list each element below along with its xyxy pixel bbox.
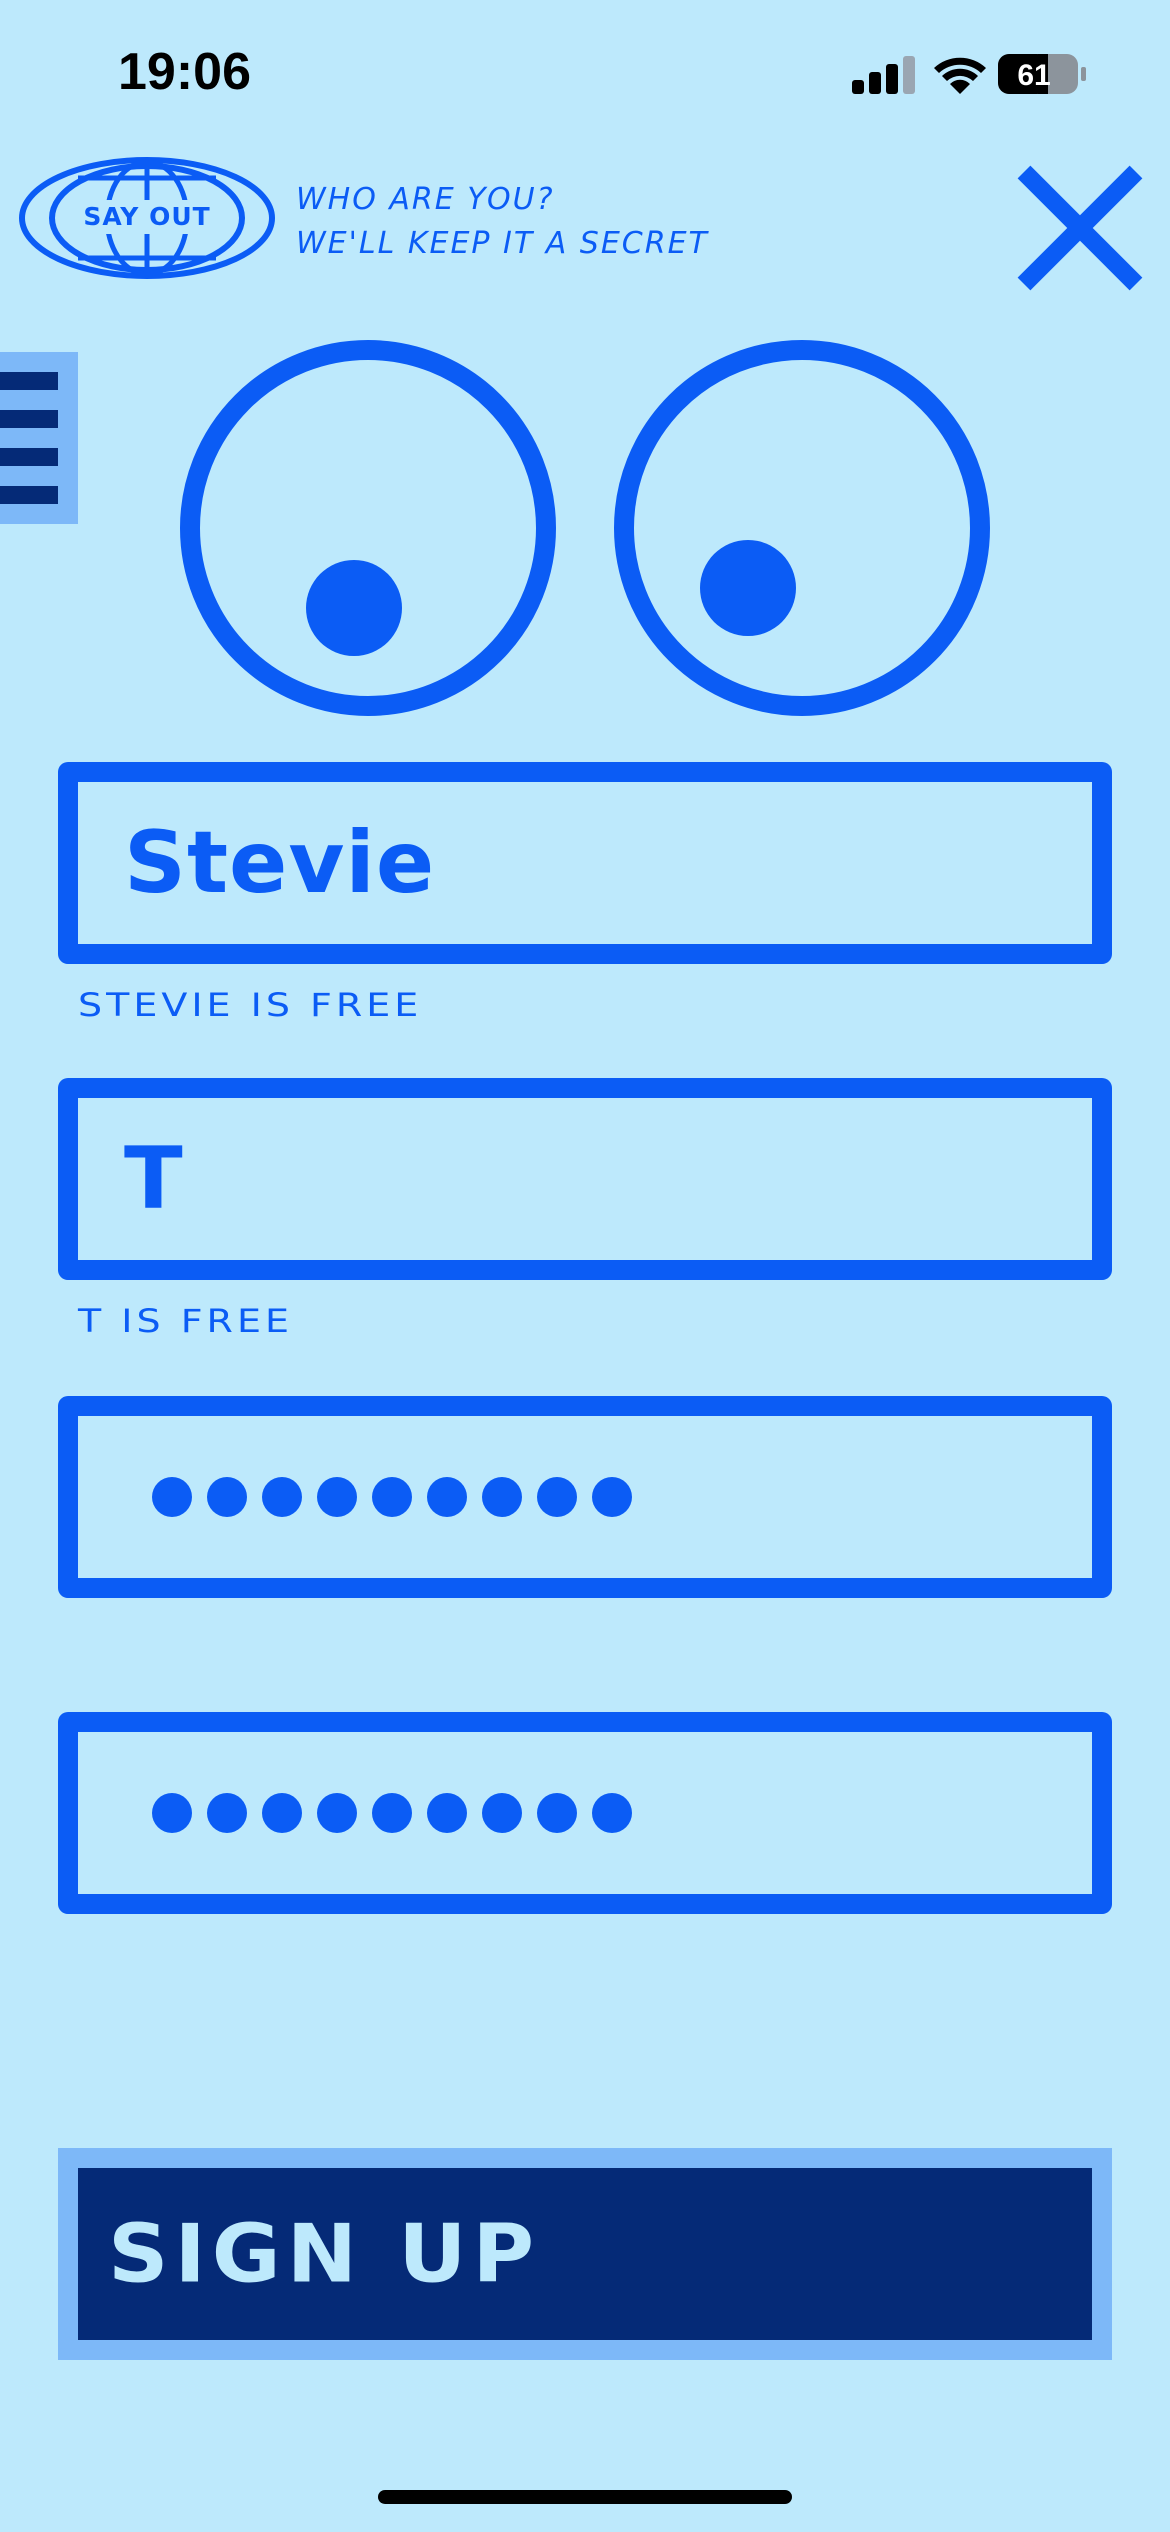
password-dot [262,1793,302,1833]
last-name-availability: T IS FREE [78,1302,293,1340]
password-dot [152,1477,192,1517]
first-name-availability: STEVIE IS FREE [78,986,423,1024]
password-dot [207,1477,247,1517]
first-name-value: Stevie [124,813,436,913]
first-name-input[interactable]: Stevie [58,762,1112,964]
password-input[interactable] [58,1396,1112,1598]
sign-up-button[interactable]: SIGN UP [58,2148,1112,2360]
password-dot [317,1793,357,1833]
status-time: 19:06 [118,43,251,101]
right-eye [614,340,990,716]
password-mask [152,1477,632,1517]
status-icons-svg: 61 [852,54,1086,94]
left-pupil [306,560,402,656]
left-eye [180,340,556,716]
password-dot [537,1477,577,1517]
close-button[interactable] [1012,160,1148,296]
battery-level: 61 [1017,59,1050,92]
status-icons: 61 [852,50,1092,102]
password-dot [372,1793,412,1833]
cellular-signal-icon [852,56,915,94]
tagline-line-2: WE'LL KEEP IT A SECRET [296,226,709,261]
password-dot [207,1793,247,1833]
hamburger-icon-bar-1 [0,372,58,390]
password-dot [427,1793,467,1833]
close-icon [1017,165,1143,291]
right-pupil [700,540,796,636]
password-dot [262,1477,302,1517]
hamburger-icon-bar-2 [0,410,58,428]
password-dot [537,1793,577,1833]
confirm-password-input[interactable] [58,1712,1112,1914]
logo-text: SAY OUT [72,200,222,234]
password-dot [592,1793,632,1833]
last-name-input[interactable]: T [58,1078,1112,1280]
password-dot [317,1477,357,1517]
home-indicator[interactable] [378,2490,792,2504]
last-name-value: T [124,1129,184,1229]
hamburger-icon-bar-3 [0,448,58,466]
wifi-icon [934,57,986,94]
tagline-line-1: WHO ARE YOU? [296,182,555,217]
password-dot [152,1793,192,1833]
password-dot [427,1477,467,1517]
password-dot [482,1477,522,1517]
header-tagline: WHO ARE YOU? WE'LL KEEP IT A SECRET [296,178,709,266]
eyes-mascot [176,336,996,716]
password-dot [592,1477,632,1517]
password-dot [482,1793,522,1833]
eyes-illustration [180,340,990,716]
hamburger-icon-bar-4 [0,486,58,504]
confirm-password-mask [152,1793,632,1833]
password-dot [372,1477,412,1517]
battery-icon: 61 [998,54,1086,94]
menu-button[interactable] [0,352,78,524]
say-out-logo: SAY OUT [18,156,276,281]
sign-up-label: SIGN UP [108,2207,541,2301]
